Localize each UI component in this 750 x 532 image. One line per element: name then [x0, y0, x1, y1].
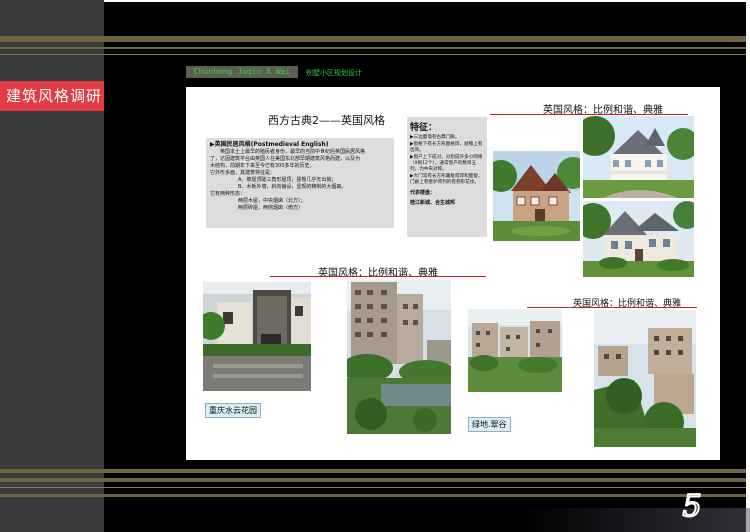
panel-title: 西方古典2——英国风格	[268, 114, 385, 127]
stripe-bottom-1	[0, 469, 750, 473]
photo-caption: 绿地.翠谷	[468, 417, 511, 432]
photo-hillside-apartments	[594, 310, 696, 447]
description-line: 两层木屋，中央烟囱（北方）；	[238, 198, 306, 204]
description-line: B、木板外墙，斜向铺设，显现的精制的大烟囱。	[238, 184, 347, 190]
description-title: ▶英国民居风格(Postmedieval English)	[210, 141, 329, 148]
description-line: 两层砖屋，两侧烟囱（南方）	[238, 205, 304, 211]
left-sidebar	[0, 0, 104, 532]
top-border	[0, 0, 750, 2]
photo-tudor-house	[493, 151, 580, 241]
right-border	[746, 0, 750, 532]
stripe-top-1	[0, 36, 750, 42]
description-line: 英国本土上最早的殖民者身份，最早的当前中世纪后英国民居风格	[220, 149, 366, 155]
feature-item: ▶三边面墙有古典门廊。	[410, 135, 460, 140]
photo-terraced-houses	[468, 309, 562, 392]
description-box: ▶英国民居风格(Postmedieval English) 英国本土上最早的殖民…	[206, 138, 394, 228]
feature-item: ▶窗格下有长方形图格饰，屋檐上有齿饰。	[410, 142, 483, 153]
page-number: 5	[664, 488, 720, 525]
photo-stone-house	[203, 282, 311, 391]
header-subtitle: 别墅小区规划设计	[306, 69, 362, 77]
features-footer-value: 桂江新城、合生城邦	[410, 200, 456, 206]
heading-rule	[270, 276, 486, 277]
description-line: 它外形多面，其建筑特征是：	[210, 170, 276, 176]
photo-victorian-house	[583, 116, 694, 198]
heading-rule	[527, 307, 697, 308]
description-line: 了，达因建筑平台由英国人在美国东北部早期建筑风格而建，以及为	[210, 156, 361, 162]
feature-item: ▶窗户上下成对，分割成许多小网格（9到12个），通常窗户的数目五列，为中央对称。	[410, 155, 483, 172]
photo-gray-house	[583, 201, 694, 277]
stripe-bottom-4	[0, 494, 750, 497]
description-line: 木结构，前期年下来至今已有300多年的历史。	[210, 163, 315, 169]
photo-caption: 重庆水云花园	[205, 403, 261, 418]
stripe-bottom-2	[0, 478, 750, 482]
features-title: 特征：	[410, 123, 438, 133]
header-tag: Chunhong Juqin A Wei	[186, 66, 298, 78]
stripe-top-3	[0, 54, 750, 55]
feature-item: ▶大门常有长方形翼框或饰和面窗，门廊上有壁炉饰列的有券形花纹。	[410, 174, 483, 185]
description-line: 它有两种形态：	[210, 191, 246, 197]
stripe-bottom-3	[0, 487, 750, 488]
features-box: 特征： ▶三边面墙有古典门廊。 ▶窗格下有长方形图格饰，屋檐上有齿饰。 ▶窗户上…	[407, 117, 487, 237]
stripe-top-2	[0, 47, 750, 49]
heading-rule	[490, 114, 688, 115]
slide: 建筑风格调研 Chunhong Juqin A Wei 别墅小区规划设计 西方古…	[0, 0, 750, 532]
page-number-text: 5	[682, 489, 701, 522]
section-title: 建筑风格调研	[0, 81, 104, 111]
photo-apartment-pond	[347, 280, 451, 434]
features-footer: 代表楼盘：	[410, 190, 436, 196]
description-line: A、坡屋顶陡三角形屋顶，屋檐几乎无出挑；	[238, 177, 337, 183]
